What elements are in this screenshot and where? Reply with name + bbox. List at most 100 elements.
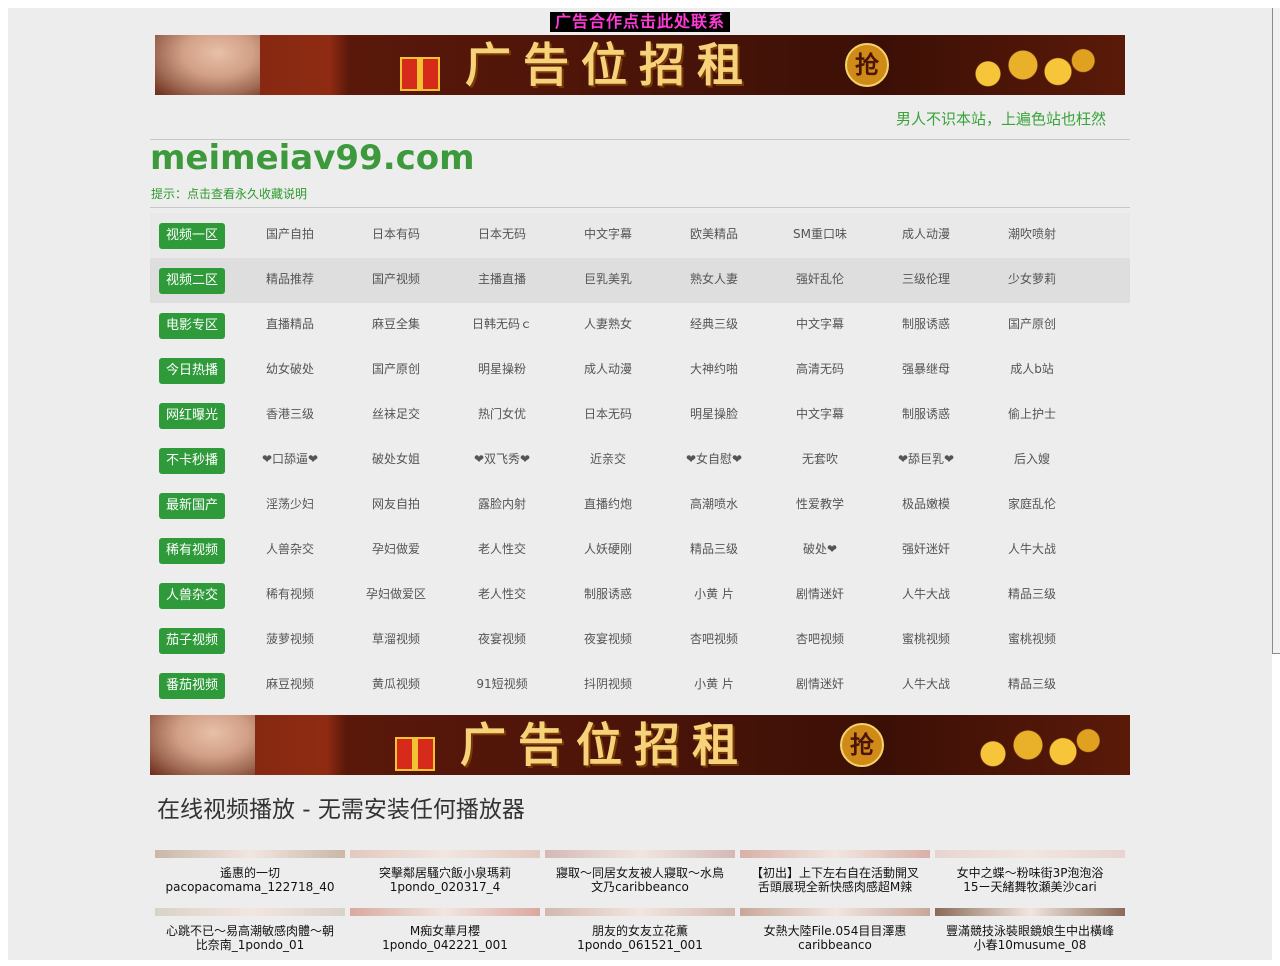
- nav-category-link[interactable]: ❤双飞秀❤: [449, 438, 555, 483]
- nav-category-link[interactable]: ❤口舔逼❤: [237, 438, 343, 483]
- video-card[interactable]: 遙惠的一切 pacopacomama_122718_40: [155, 850, 345, 908]
- nav-category-link[interactable]: 破处❤: [767, 528, 873, 573]
- video-thumbnail[interactable]: [155, 908, 345, 916]
- nav-category-link[interactable]: ❤舔巨乳❤: [873, 438, 979, 483]
- nav-category-link[interactable]: 强奸迷奸: [873, 528, 979, 573]
- nav-category-link[interactable]: 人妖硬刚: [555, 528, 661, 573]
- video-thumbnail[interactable]: [545, 908, 735, 916]
- nav-category-link[interactable]: 破处女姐: [343, 438, 449, 483]
- nav-category-link[interactable]: 日本无码: [555, 393, 661, 438]
- nav-category-link[interactable]: 偷上护士: [979, 393, 1085, 438]
- video-card[interactable]: 女中之蝶～粉味街3P泡泡浴 15ー天緒舞牧瀬美沙cari: [935, 850, 1125, 908]
- nav-category-link[interactable]: 草溜视频: [343, 618, 449, 663]
- video-thumbnail[interactable]: [350, 850, 540, 858]
- nav-category-link[interactable]: 剧情迷奸: [767, 573, 873, 618]
- nav-category-link[interactable]: 少女萝莉: [979, 258, 1085, 303]
- video-title[interactable]: 心跳不已～易高潮敏感肉體～朝 比奈南_1pondo_01: [155, 924, 345, 954]
- nav-zone-button[interactable]: 最新国产: [159, 493, 225, 519]
- scrollbar-thumb[interactable]: [1272, 8, 1280, 654]
- nav-zone-button[interactable]: 电影专区: [159, 313, 225, 339]
- nav-zone-button[interactable]: 视频二区: [159, 268, 225, 294]
- video-card[interactable]: M痴女華月櫻 1pondo_042221_001: [350, 908, 540, 966]
- nav-category-link[interactable]: 强暴继母: [873, 348, 979, 393]
- video-card[interactable]: 朋友的女友立花薫 1pondo_061521_001: [545, 908, 735, 966]
- nav-category-link[interactable]: ❤女自慰❤: [661, 438, 767, 483]
- nav-category-link[interactable]: 人兽杂交: [237, 528, 343, 573]
- nav-category-link[interactable]: 极品嫩模: [873, 483, 979, 528]
- nav-category-link[interactable]: 老人性交: [449, 528, 555, 573]
- middle-ad-banner[interactable]: 广告位招租 抢: [150, 715, 1130, 775]
- video-title[interactable]: 【初出】上下左右自在活動開叉 舌頭展現全新快感肉感超M辣: [740, 866, 930, 896]
- nav-category-link[interactable]: 麻豆视频: [237, 663, 343, 708]
- nav-category-link[interactable]: 中文字幕: [555, 213, 661, 258]
- nav-category-link[interactable]: 蜜桃视频: [873, 618, 979, 663]
- nav-category-link[interactable]: 夜宴视频: [555, 618, 661, 663]
- video-thumbnail[interactable]: [740, 908, 930, 916]
- video-card[interactable]: 心跳不已～易高潮敏感肉體～朝 比奈南_1pondo_01: [155, 908, 345, 966]
- nav-category-link[interactable]: 蜜桃视频: [979, 618, 1085, 663]
- nav-category-link[interactable]: 无套吹: [767, 438, 873, 483]
- nav-category-link[interactable]: 稀有视频: [237, 573, 343, 618]
- nav-zone-button[interactable]: 人兽杂交: [159, 583, 225, 609]
- nav-category-link[interactable]: 小黄 片: [661, 573, 767, 618]
- nav-zone-button[interactable]: 网红曝光: [159, 403, 225, 429]
- nav-category-link[interactable]: 直播约炮: [555, 483, 661, 528]
- nav-zone-button[interactable]: 番茄视频: [159, 673, 225, 699]
- nav-category-link[interactable]: 高清无码: [767, 348, 873, 393]
- nav-zone-button[interactable]: 茄子视频: [159, 628, 225, 654]
- nav-category-link[interactable]: 国产原创: [343, 348, 449, 393]
- nav-category-link[interactable]: 巨乳美乳: [555, 258, 661, 303]
- nav-category-link[interactable]: 国产视频: [343, 258, 449, 303]
- nav-category-link[interactable]: 三级伦理: [873, 258, 979, 303]
- nav-category-link[interactable]: 热门女优: [449, 393, 555, 438]
- nav-category-link[interactable]: 国产原创: [979, 303, 1085, 348]
- nav-category-link[interactable]: 91短视频: [449, 663, 555, 708]
- nav-category-link[interactable]: 成人b站: [979, 348, 1085, 393]
- nav-category-link[interactable]: 露脸内射: [449, 483, 555, 528]
- nav-category-link[interactable]: 剧情迷奸: [767, 663, 873, 708]
- nav-category-link[interactable]: 夜宴视频: [449, 618, 555, 663]
- nav-category-link[interactable]: 人牛大战: [873, 573, 979, 618]
- nav-category-link[interactable]: 孕妇做爱区: [343, 573, 449, 618]
- video-title[interactable]: 突擊鄰居騷穴飯小泉瑪莉 1pondo_020317_4: [350, 866, 540, 896]
- nav-category-link[interactable]: 大神约啪: [661, 348, 767, 393]
- video-card[interactable]: 女熱大陸File.054目目澤惠 caribbeanco: [740, 908, 930, 966]
- nav-category-link[interactable]: 制服诱惑: [873, 303, 979, 348]
- top-ad-banner[interactable]: 广告位招租 抢: [155, 35, 1125, 95]
- nav-category-link[interactable]: 人牛大战: [873, 663, 979, 708]
- nav-category-link[interactable]: 菠萝视频: [237, 618, 343, 663]
- video-title[interactable]: M痴女華月櫻 1pondo_042221_001: [350, 924, 540, 954]
- video-card[interactable]: 【初出】上下左右自在活動開叉 舌頭展現全新快感肉感超M辣: [740, 850, 930, 908]
- nav-zone-button[interactable]: 视频一区: [159, 223, 225, 249]
- nav-category-link[interactable]: 孕妇做爱: [343, 528, 449, 573]
- nav-category-link[interactable]: 明星操粉: [449, 348, 555, 393]
- video-thumbnail[interactable]: [155, 850, 345, 858]
- nav-category-link[interactable]: 高潮喷水: [661, 483, 767, 528]
- video-card[interactable]: 突擊鄰居騷穴飯小泉瑪莉 1pondo_020317_4: [350, 850, 540, 908]
- nav-zone-button[interactable]: 不卡秒播: [159, 448, 225, 474]
- video-thumbnail[interactable]: [740, 850, 930, 858]
- nav-category-link[interactable]: 网友自拍: [343, 483, 449, 528]
- nav-category-link[interactable]: 经典三级: [661, 303, 767, 348]
- nav-category-link[interactable]: 麻豆全集: [343, 303, 449, 348]
- video-title[interactable]: 女熱大陸File.054目目澤惠 caribbeanco: [740, 924, 930, 954]
- nav-category-link[interactable]: 近亲交: [555, 438, 661, 483]
- video-card[interactable]: 豐滿競技泳裝眼鏡娘生中出橫峰 小春10musume_08: [935, 908, 1125, 966]
- nav-category-link[interactable]: 杏吧视频: [661, 618, 767, 663]
- nav-category-link[interactable]: SM重口味: [767, 213, 873, 258]
- nav-category-link[interactable]: 精品三级: [661, 528, 767, 573]
- nav-category-link[interactable]: 精品推荐: [237, 258, 343, 303]
- video-card[interactable]: 寢取～同居女友被人寢取～水鳥 文乃caribbeanco: [545, 850, 735, 908]
- nav-category-link[interactable]: 强奸乱伦: [767, 258, 873, 303]
- video-title[interactable]: 朋友的女友立花薫 1pondo_061521_001: [545, 924, 735, 954]
- nav-category-link[interactable]: 小黄 片: [661, 663, 767, 708]
- nav-category-link[interactable]: 日本有码: [343, 213, 449, 258]
- video-thumbnail[interactable]: [545, 850, 735, 858]
- nav-category-link[interactable]: 人牛大战: [979, 528, 1085, 573]
- video-thumbnail[interactable]: [350, 908, 540, 916]
- nav-category-link[interactable]: 老人性交: [449, 573, 555, 618]
- video-title[interactable]: 寢取～同居女友被人寢取～水鳥 文乃caribbeanco: [545, 866, 735, 896]
- video-thumbnail[interactable]: [935, 850, 1125, 858]
- nav-category-link[interactable]: 日本无码: [449, 213, 555, 258]
- nav-category-link[interactable]: 成人动漫: [873, 213, 979, 258]
